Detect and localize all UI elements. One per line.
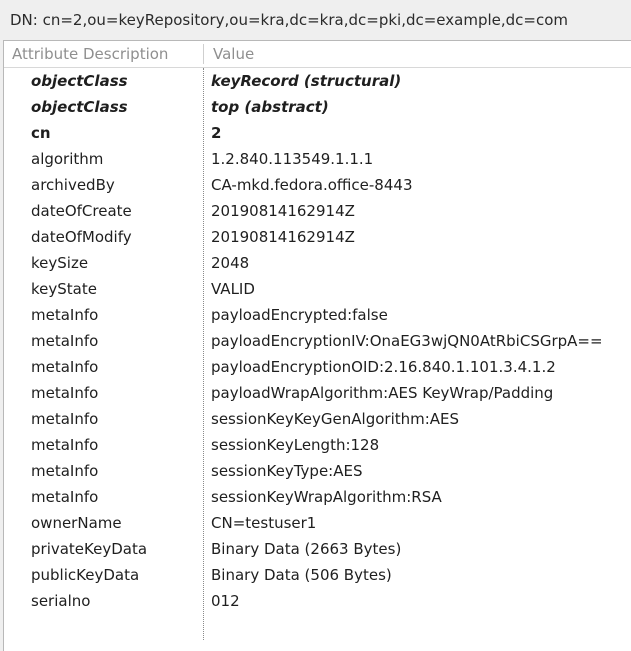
attribute-cell[interactable]: algorithm <box>31 146 103 172</box>
table-row[interactable]: ownerName CN=testuser1 <box>4 510 631 536</box>
value-cell[interactable]: 1.2.840.113549.1.1.1 <box>211 146 373 172</box>
table-row[interactable]: metaInfo sessionKeyLength:128 <box>4 432 631 458</box>
table-row[interactable]: metaInfo payloadEncryptionOID:2.16.840.1.… <box>4 354 631 380</box>
value-cell[interactable]: keyRecord (structural) <box>211 68 401 94</box>
attribute-cell[interactable]: dateOfModify <box>31 224 132 250</box>
table-row[interactable]: serialno 012 <box>4 588 631 614</box>
value-cell[interactable]: sessionKeyType:AES <box>211 458 363 484</box>
table-row[interactable]: metaInfo payloadWrapAlgorithm:AES KeyWrap… <box>4 380 631 406</box>
value-cell[interactable]: sessionKeyKeyGenAlgorithm:AES <box>211 406 459 432</box>
table-row[interactable]: objectClass top (abstract) <box>4 94 631 120</box>
value-cell[interactable]: VALID <box>211 276 255 302</box>
value-cell[interactable]: top (abstract) <box>211 94 329 120</box>
attribute-cell[interactable]: dateOfCreate <box>31 198 132 224</box>
attribute-cell[interactable]: metaInfo <box>31 354 98 380</box>
attribute-cell[interactable]: ownerName <box>31 510 122 536</box>
attribute-cell[interactable]: publicKeyData <box>31 562 139 588</box>
attribute-cell[interactable]: keyState <box>31 276 97 302</box>
attribute-cell[interactable]: metaInfo <box>31 458 98 484</box>
value-cell[interactable]: 20190814162914Z <box>211 224 355 250</box>
table-row[interactable]: dateOfCreate 20190814162914Z <box>4 198 631 224</box>
value-cell[interactable]: payloadEncryptionOID:2.16.840.1.101.3.4.… <box>211 354 556 380</box>
entry-editor-table[interactable]: Attribute Description Value objectClass k… <box>3 40 631 651</box>
attribute-cell[interactable]: serialno <box>31 588 90 614</box>
column-header-value[interactable]: Value <box>213 41 254 67</box>
value-cell[interactable]: 2 <box>211 120 221 146</box>
attribute-cell[interactable]: objectClass <box>31 68 128 94</box>
attribute-cell[interactable]: objectClass <box>31 94 128 120</box>
attribute-cell[interactable]: cn <box>31 120 51 146</box>
table-row[interactable]: privateKeyData Binary Data (2663 Bytes) <box>4 536 631 562</box>
value-cell[interactable]: 20190814162914Z <box>211 198 355 224</box>
value-cell[interactable]: payloadEncrypted:false <box>211 302 388 328</box>
table-row[interactable]: algorithm 1.2.840.113549.1.1.1 <box>4 146 631 172</box>
table-row[interactable]: dateOfModify 20190814162914Z <box>4 224 631 250</box>
column-header-attribute-description[interactable]: Attribute Description <box>12 41 202 67</box>
value-cell[interactable]: 012 <box>211 588 240 614</box>
table-row[interactable]: metaInfo sessionKeyType:AES <box>4 458 631 484</box>
attribute-cell[interactable]: archivedBy <box>31 172 115 198</box>
table-header: Attribute Description Value <box>4 41 631 68</box>
value-cell[interactable]: CA-mkd.fedora.office-8443 <box>211 172 412 198</box>
value-cell[interactable]: sessionKeyWrapAlgorithm:RSA <box>211 484 442 510</box>
table-body: objectClass keyRecord (structural) objectC… <box>4 68 631 640</box>
value-cell[interactable]: payloadWrapAlgorithm:AES KeyWrap/Padding <box>211 380 553 406</box>
attribute-cell[interactable]: metaInfo <box>31 380 98 406</box>
attribute-cell[interactable]: metaInfo <box>31 484 98 510</box>
attribute-cell[interactable]: metaInfo <box>31 406 98 432</box>
table-row[interactable]: objectClass keyRecord (structural) <box>4 68 631 94</box>
column-separator[interactable] <box>203 44 204 64</box>
table-row[interactable]: metaInfo payloadEncryptionIV:OnaEG3wjQN0A… <box>4 328 631 354</box>
table-row[interactable]: metaInfo sessionKeyWrapAlgorithm:RSA <box>4 484 631 510</box>
attribute-cell[interactable]: privateKeyData <box>31 536 147 562</box>
table-row[interactable]: metaInfo payloadEncrypted:false <box>4 302 631 328</box>
value-cell[interactable]: Binary Data (2663 Bytes) <box>211 536 401 562</box>
table-row[interactable]: publicKeyData Binary Data (506 Bytes) <box>4 562 631 588</box>
value-cell[interactable]: sessionKeyLength:128 <box>211 432 379 458</box>
table-row[interactable]: keyState VALID <box>4 276 631 302</box>
attribute-cell[interactable]: metaInfo <box>31 328 98 354</box>
attribute-cell[interactable]: metaInfo <box>31 432 98 458</box>
value-cell[interactable]: Binary Data (506 Bytes) <box>211 562 392 588</box>
table-row[interactable]: keySize 2048 <box>4 250 631 276</box>
dn-label: DN: cn=2,ou=keyRepository,ou=kra,dc=kra,… <box>0 0 631 40</box>
value-cell[interactable]: payloadEncryptionIV:OnaEG3wjQN0AtRbiCSGr… <box>211 328 603 354</box>
table-row[interactable]: cn 2 <box>4 120 631 146</box>
value-cell[interactable]: 2048 <box>211 250 249 276</box>
table-row[interactable]: archivedBy CA-mkd.fedora.office-8443 <box>4 172 631 198</box>
attribute-cell[interactable]: keySize <box>31 250 88 276</box>
attribute-cell[interactable]: metaInfo <box>31 302 98 328</box>
value-cell[interactable]: CN=testuser1 <box>211 510 316 536</box>
table-row[interactable]: metaInfo sessionKeyKeyGenAlgorithm:AES <box>4 406 631 432</box>
